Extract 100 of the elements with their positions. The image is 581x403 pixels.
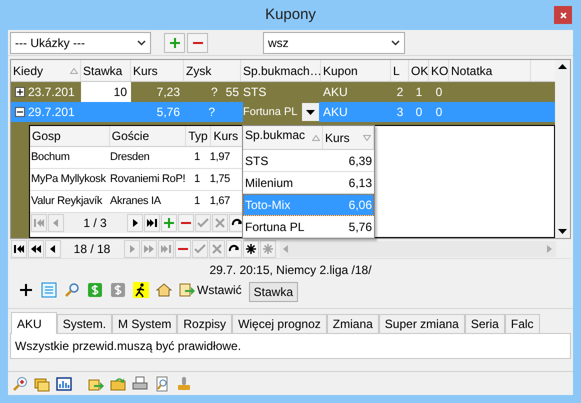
table-row[interactable]: 23.7.201 10 7,23 ? 55 STS AKU 2 1 0 bbox=[11, 82, 555, 102]
table-row[interactable]: 29.7.201 5,76 ? Fortuna PL AKU 3 0 0 bbox=[11, 102, 555, 122]
column-header[interactable]: Typ bbox=[186, 126, 212, 146]
first-record-icon bbox=[12, 242, 24, 254]
tab[interactable]: Zmiana bbox=[326, 314, 379, 333]
search-icon[interactable] bbox=[64, 282, 80, 298]
table-cell-text: 0 bbox=[416, 104, 422, 121]
print-preview-icon[interactable] bbox=[154, 376, 170, 392]
tab[interactable]: Super zmiana bbox=[378, 314, 465, 333]
navigator-button[interactable] bbox=[28, 240, 44, 258]
table-cell-text: 7,23 bbox=[156, 84, 180, 101]
tab[interactable]: Falc bbox=[504, 314, 540, 333]
table-cell-text: 55 bbox=[226, 84, 239, 101]
table-cell-text: 1,97 bbox=[208, 150, 230, 166]
last-record-icon bbox=[160, 242, 172, 254]
tab[interactable]: Rozpisy bbox=[177, 314, 232, 333]
bookmaker-dropdown[interactable]: Fortuna PL bbox=[243, 102, 319, 122]
table-cell-text: 1,67 bbox=[208, 194, 230, 210]
chevron-down-icon bbox=[391, 40, 400, 46]
plus-icon bbox=[17, 89, 23, 95]
stake-button[interactable]: Stawka bbox=[248, 282, 298, 302]
navigator-button[interactable] bbox=[242, 240, 258, 258]
dropdown-select[interactable]: --- Ukázky --- bbox=[10, 32, 151, 54]
tab[interactable]: M System bbox=[112, 314, 178, 333]
column-header[interactable]: Notatka bbox=[449, 60, 531, 81]
first-record-icon bbox=[32, 217, 44, 229]
dropdown-select[interactable]: wsz bbox=[263, 32, 405, 54]
table-cell-text: AKU bbox=[323, 84, 348, 101]
plus-icon[interactable] bbox=[18, 282, 34, 298]
navigator-button[interactable] bbox=[44, 240, 60, 258]
table-cell-text: Dresden bbox=[110, 150, 150, 166]
tab[interactable]: AKU bbox=[11, 312, 57, 334]
column-header[interactable]: Kupon bbox=[321, 60, 391, 81]
column-header[interactable]: Sp.bukmac bbox=[243, 126, 323, 149]
table-cell-text: AKU bbox=[323, 104, 348, 121]
navigator-button[interactable] bbox=[126, 214, 142, 232]
tab[interactable]: System. bbox=[56, 314, 112, 333]
dollar-icon[interactable] bbox=[110, 282, 126, 298]
scroll-left-icon bbox=[283, 244, 289, 252]
column-header[interactable]: Goście bbox=[110, 126, 186, 146]
table-cell-text: 29.7.201 bbox=[28, 104, 75, 121]
add-button[interactable] bbox=[164, 32, 185, 52]
scroll-right-icon bbox=[547, 244, 553, 252]
column-header[interactable]: Kiedy bbox=[11, 60, 81, 81]
cancel-icon bbox=[210, 242, 222, 254]
minus-icon bbox=[17, 109, 23, 115]
table-cell-text: STS bbox=[243, 84, 266, 101]
cancel-icon bbox=[214, 217, 226, 229]
table-cell-text: ? bbox=[210, 84, 218, 101]
remove-button[interactable] bbox=[187, 32, 208, 52]
status-text: 29.7. 20:15, Niemcy 2.liga /18/ bbox=[209, 263, 372, 277]
running-figure-icon[interactable] bbox=[133, 282, 149, 298]
tab[interactable]: Więcej prognoz bbox=[232, 314, 327, 333]
dropdown-option[interactable]: STS 6,39 bbox=[243, 150, 374, 172]
record-position: 1 / 3 bbox=[82, 215, 108, 232]
list-icon[interactable] bbox=[41, 282, 57, 298]
printer-icon[interactable] bbox=[132, 376, 148, 392]
house-icon[interactable] bbox=[156, 282, 172, 298]
table-cell-text: 5,76 bbox=[156, 104, 180, 121]
insert-label: Wstawić bbox=[197, 282, 242, 299]
table-cell-text: 23.7.201 bbox=[28, 84, 75, 101]
table-cell-text: 2 bbox=[396, 84, 404, 101]
column-header[interactable]: Kurs bbox=[323, 126, 374, 149]
table-cell-text: 1 bbox=[193, 150, 201, 166]
document-arrow-icon[interactable] bbox=[179, 282, 195, 298]
check-icon bbox=[196, 217, 208, 229]
horizontal-scrollbar[interactable] bbox=[280, 240, 556, 256]
column-header[interactable]: Sp.bukmach… bbox=[241, 60, 321, 81]
table-cell-text: 1 bbox=[193, 172, 201, 188]
dropdown-option[interactable]: Fortuna PL 5,76 bbox=[243, 216, 374, 238]
column-header[interactable]: Kurs bbox=[131, 60, 184, 81]
navigator-button[interactable] bbox=[10, 240, 26, 258]
navigator-button[interactable] bbox=[226, 240, 242, 258]
zoom-in-icon[interactable] bbox=[12, 376, 28, 392]
table-cell-text: Rovaniemi RoP! bbox=[110, 172, 186, 188]
expand-toggle[interactable] bbox=[15, 107, 25, 117]
tab[interactable]: Seria bbox=[464, 314, 505, 333]
prior-page-icon bbox=[30, 242, 42, 254]
expand-toggle[interactable] bbox=[15, 87, 25, 97]
folder-arrow-icon[interactable] bbox=[110, 376, 126, 392]
column-header[interactable]: KO bbox=[429, 60, 449, 81]
asterisk-icon bbox=[262, 242, 274, 254]
column-header[interactable]: Stawka bbox=[81, 60, 131, 81]
column-header[interactable]: Gosp bbox=[30, 126, 110, 146]
bar-chart-icon[interactable] bbox=[56, 376, 72, 392]
dollar-icon[interactable] bbox=[87, 282, 103, 298]
column-header[interactable]: Zysk bbox=[184, 60, 241, 81]
column-header[interactable]: L bbox=[391, 60, 409, 81]
plus-icon bbox=[162, 217, 174, 229]
table-cell-text: MyPa Myllykosk bbox=[30, 172, 107, 188]
check-icon bbox=[194, 242, 206, 254]
folders-icon[interactable] bbox=[34, 376, 50, 392]
navigator-button[interactable] bbox=[144, 214, 160, 232]
stamp-icon[interactable] bbox=[176, 376, 192, 392]
close-button[interactable] bbox=[554, 6, 572, 24]
table-cell-text: Bochum bbox=[30, 150, 71, 166]
asterisk-icon bbox=[244, 242, 256, 254]
column-header[interactable]: OK bbox=[409, 60, 429, 81]
table-cell-text: 3 bbox=[396, 104, 404, 121]
chevron-down-icon bbox=[137, 40, 146, 46]
